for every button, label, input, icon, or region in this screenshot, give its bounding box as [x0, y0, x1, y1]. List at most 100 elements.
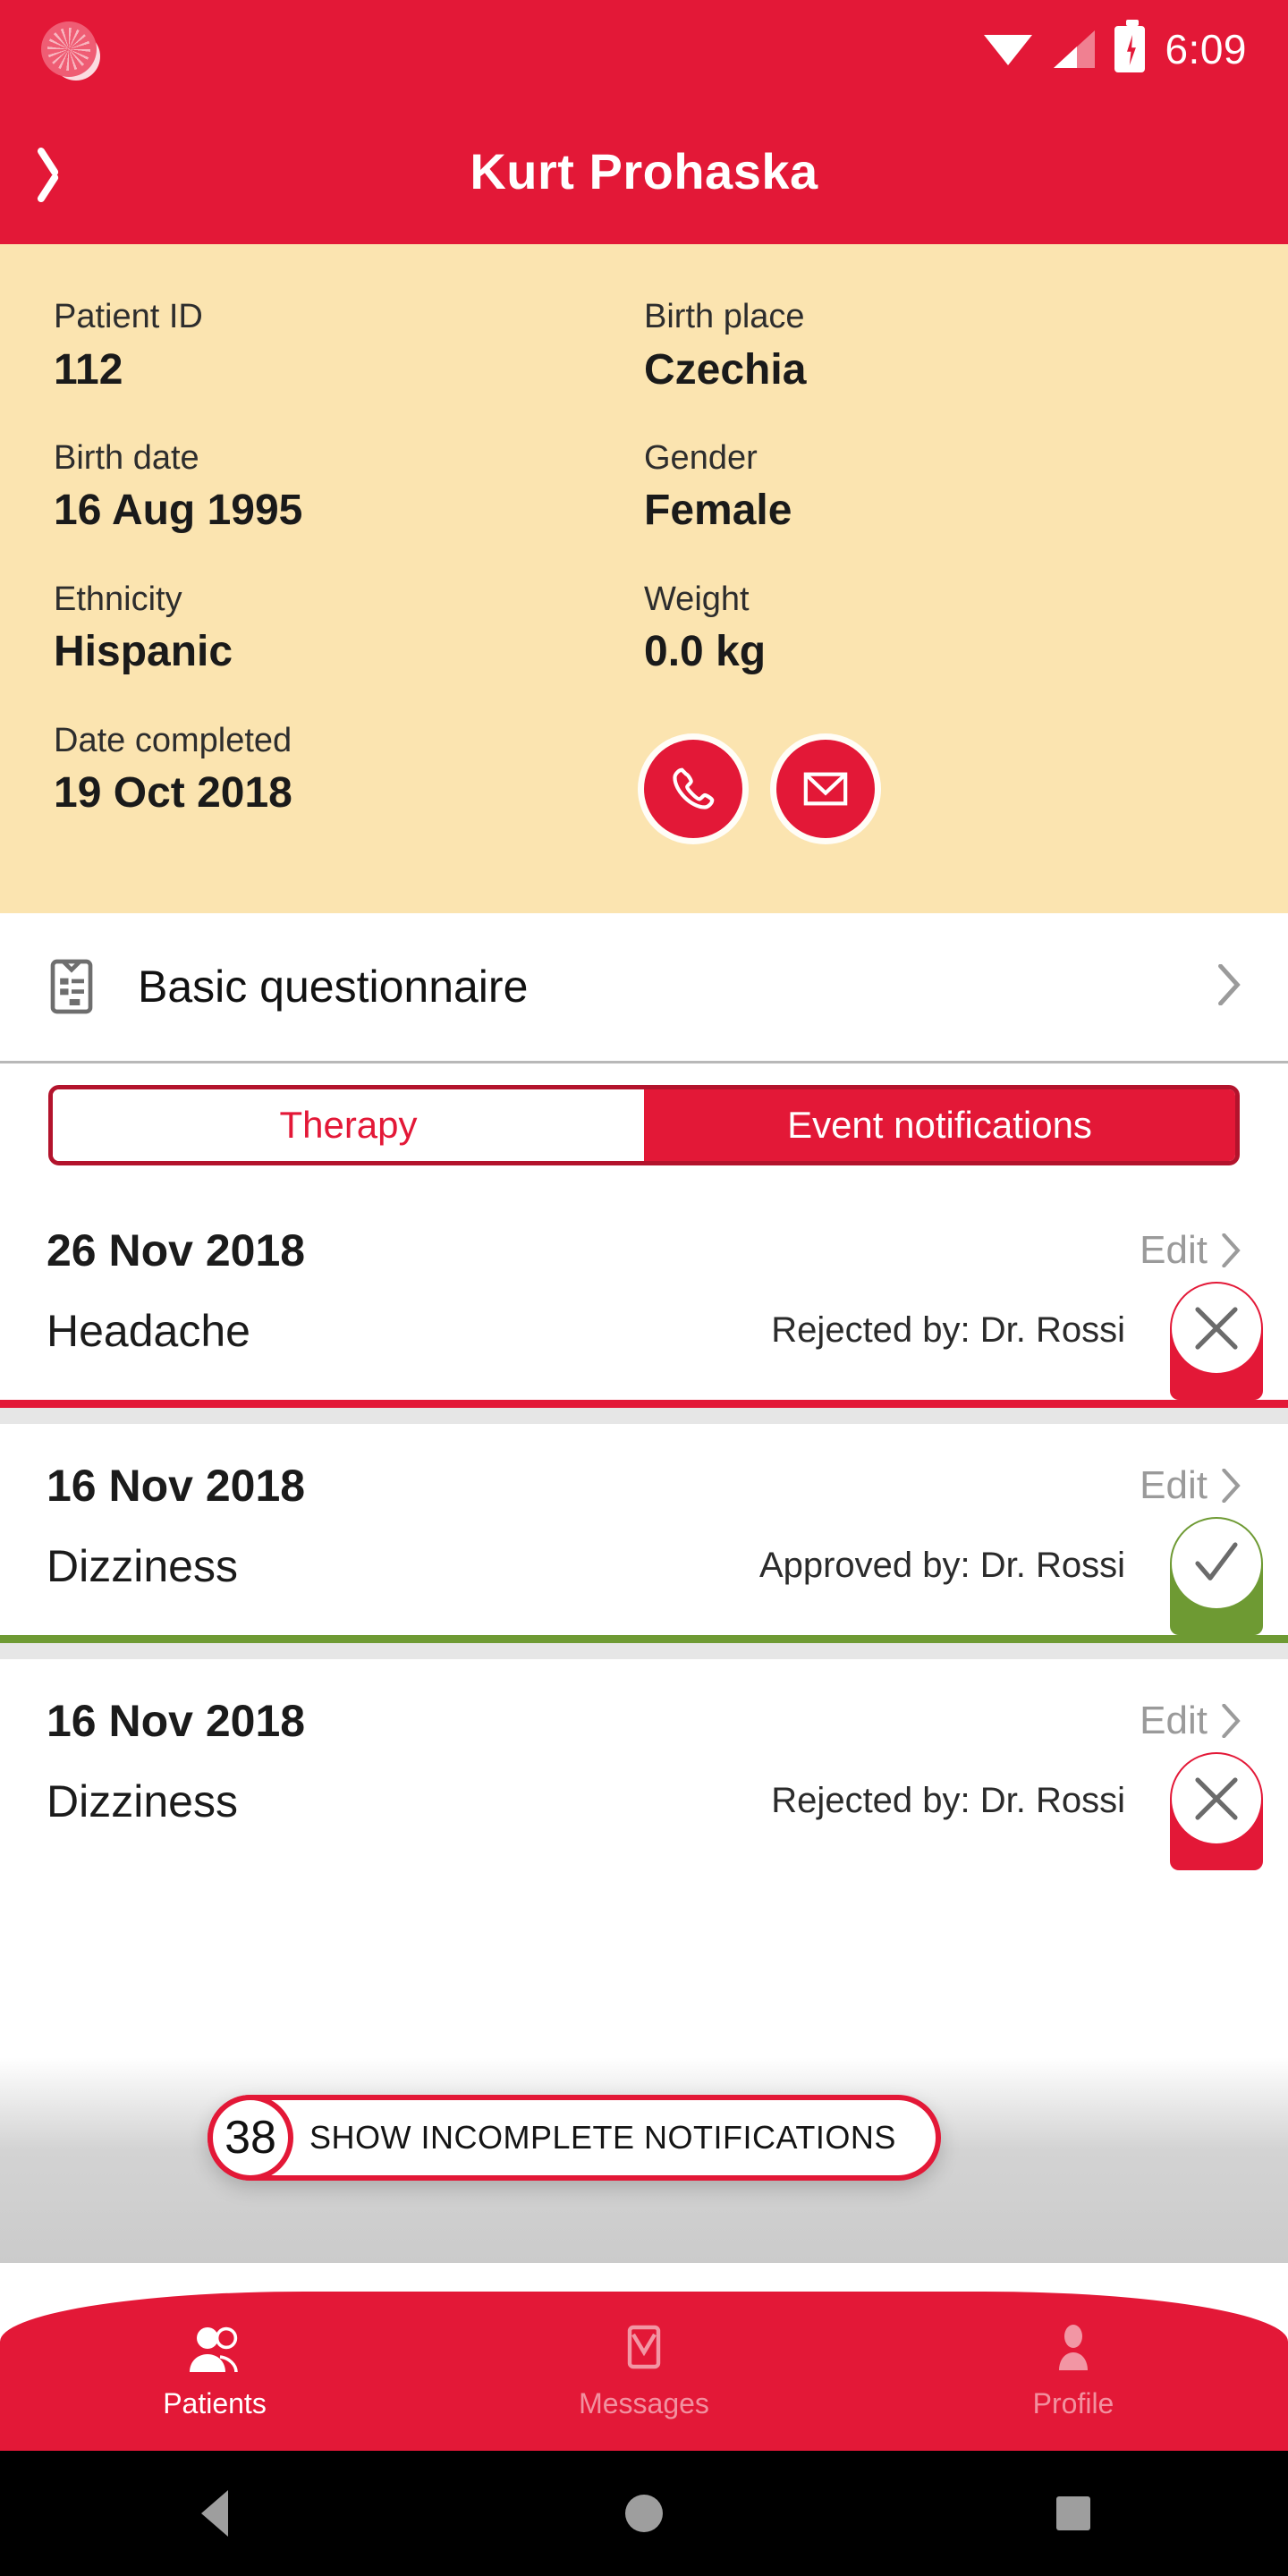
wifi-icon [984, 31, 1033, 67]
notification-date: 16 Nov 2018 [47, 1695, 306, 1746]
incomplete-count-badge: 38 [208, 2095, 293, 2181]
battery-charging-icon [1114, 20, 1146, 72]
field-label: Gender [644, 438, 758, 477]
status-bar-right: 6:09 [984, 20, 1247, 73]
square-recents-icon [1056, 2496, 1090, 2530]
android-navigation-bar [0, 2451, 1288, 2576]
notification-header: 26 Nov 2018 Edit [47, 1224, 1241, 1276]
field-birth-place: Birth place Czechia [644, 296, 1234, 398]
patient-field-grid: Patient ID 112 Birth place Czechia Birth… [54, 296, 1234, 877]
table-row[interactable]: 16 Nov 2018 Edit Dizziness Approved by: … [0, 1423, 1288, 1635]
field-label: Ethnicity [54, 580, 182, 618]
nav-label: Patients [163, 2386, 267, 2419]
list-gap [0, 1642, 1288, 1659]
field-label: Birth place [644, 298, 805, 335]
notification-header: 16 Nov 2018 Edit [47, 1695, 1241, 1747]
nav-label: Profile [1032, 2386, 1114, 2419]
chevron-right-icon [1222, 1468, 1241, 1503]
person-icon [1059, 2324, 1088, 2370]
back-button[interactable] [0, 98, 134, 244]
field-ethnicity: Ethnicity Hispanic [54, 579, 644, 681]
field-value: 16 Aug 1995 [54, 487, 303, 535]
call-button[interactable] [644, 739, 742, 838]
patient-info-card: Patient ID 112 Birth place Czechia Birth… [0, 244, 1288, 913]
field-patient-id: Patient ID 112 [54, 296, 644, 398]
field-value: 0.0 kg [644, 628, 767, 676]
people-icon [190, 2326, 238, 2372]
status-bar-left [41, 21, 97, 77]
field-value: Czechia [644, 345, 807, 394]
edit-label: Edit [1140, 1227, 1208, 1272]
status-rule [0, 1399, 1288, 1408]
notification-header: 16 Nov 2018 Edit [47, 1460, 1241, 1512]
status-badge-inner [1172, 1753, 1261, 1843]
notification-body: Headache Rejected by: Dr. Rossi [47, 1305, 1241, 1357]
chevron-right-icon [1218, 963, 1241, 1010]
chevron-right-icon [1222, 1233, 1241, 1267]
status-badge [1170, 1516, 1263, 1635]
page-title: Kurt Prohaska [470, 143, 818, 199]
android-back-button[interactable] [0, 2490, 429, 2537]
basic-questionnaire-row[interactable]: Basic questionnaire [0, 912, 1288, 1063]
nav-item-profile[interactable]: Profile [859, 2323, 1288, 2420]
tab-event-notifications[interactable]: Event notifications [644, 1089, 1235, 1161]
nav-label: Messages [579, 2386, 709, 2419]
notification-title: Dizziness [47, 1540, 238, 1591]
edit-button[interactable]: Edit [1140, 1463, 1241, 1508]
chevron-left-icon [52, 145, 82, 199]
phone-icon [673, 767, 715, 809]
close-x-icon [1195, 1777, 1238, 1820]
signal-icon [1052, 30, 1096, 68]
clipboard-icon [47, 957, 97, 1016]
notification-title: Headache [47, 1305, 250, 1356]
basic-questionnaire-label: Basic questionnaire [138, 962, 529, 1013]
nav-item-patients[interactable]: Patients [0, 2323, 429, 2420]
edit-label: Edit [1140, 1698, 1208, 1742]
triangle-back-icon [201, 2490, 228, 2537]
chevron-right-icon [1222, 1703, 1241, 1738]
show-incomplete-notifications-button[interactable]: 38 SHOW INCOMPLETE NOTIFICATIONS [208, 2095, 941, 2181]
field-weight: Weight 0.0 kg [644, 579, 1234, 681]
field-value: 112 [54, 345, 123, 394]
field-label: Patient ID [54, 298, 203, 335]
edit-button[interactable]: Edit [1140, 1699, 1241, 1743]
status-badge-inner [1172, 1518, 1261, 1608]
tab-therapy[interactable]: Therapy [53, 1089, 644, 1161]
field-date-completed: Date completed 19 Oct 2018 [54, 720, 644, 838]
field-value: Hispanic [54, 628, 233, 676]
status-rule [0, 1634, 1288, 1643]
status-badge-inner [1172, 1283, 1261, 1373]
status-badge [1170, 1281, 1263, 1400]
bottom-navigation: Patients Messages Profile [0, 2292, 1288, 2451]
nav-item-messages[interactable]: Messages [429, 2323, 859, 2420]
notification-body: Dizziness Approved by: Dr. Rossi [47, 1540, 1241, 1592]
field-birth-date: Birth date 16 Aug 1995 [54, 437, 644, 539]
status-bar-clock: 6:09 [1165, 26, 1247, 72]
check-icon [1195, 1542, 1238, 1580]
notification-date: 26 Nov 2018 [47, 1224, 306, 1275]
notification-body: Dizziness Rejected by: Dr. Rossi [47, 1775, 1241, 1827]
notification-dot-icon [41, 21, 97, 77]
list-gap [0, 1407, 1288, 1424]
notification-list: 26 Nov 2018 Edit Headache Rejected by: D… [0, 1188, 1288, 1870]
table-row[interactable]: 16 Nov 2018 Edit Dizziness Rejected by: … [0, 1658, 1288, 1870]
edit-button[interactable]: Edit [1140, 1228, 1241, 1273]
close-x-icon [1195, 1307, 1238, 1350]
tabs-container: Therapy Event notifications [0, 1063, 1288, 1189]
email-button[interactable] [776, 739, 875, 838]
envelope-icon [627, 2325, 661, 2368]
android-home-button[interactable] [429, 2495, 859, 2532]
envelope-icon [803, 772, 848, 806]
circle-home-icon [625, 2495, 663, 2532]
edit-label: Edit [1140, 1462, 1208, 1507]
patient-contact-actions [644, 720, 1234, 838]
table-row[interactable]: 26 Nov 2018 Edit Headache Rejected by: D… [0, 1188, 1288, 1400]
field-value: 19 Oct 2018 [54, 769, 292, 818]
field-label: Birth date [54, 438, 199, 477]
field-label: Weight [644, 580, 750, 618]
show-incomplete-notifications-label: SHOW INCOMPLETE NOTIFICATIONS [309, 2119, 896, 2156]
field-value: Female [644, 487, 792, 535]
segmented-control: Therapy Event notifications [48, 1084, 1240, 1165]
status-bar: 6:09 [0, 0, 1288, 98]
android-recents-button[interactable] [859, 2496, 1288, 2530]
